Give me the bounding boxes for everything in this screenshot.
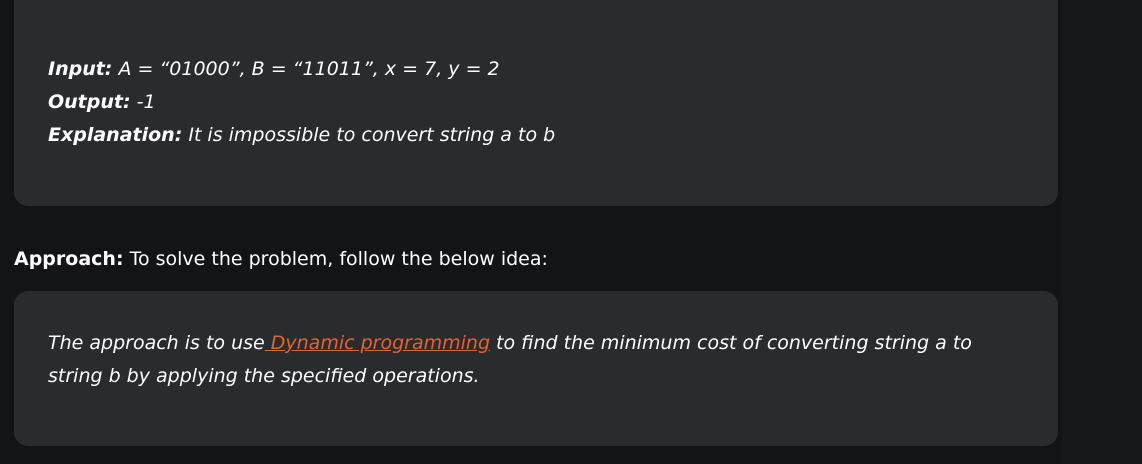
approach-heading-text: To solve the problem, follow the below i… — [123, 248, 548, 270]
input-value: A = “01000”, B = “11011”, x = 7, y = 2 — [112, 58, 500, 80]
input-label: Input: — [48, 58, 113, 80]
right-sidebar-panel — [1062, 0, 1142, 464]
example-input-line: Input: A = “01000”, B = “11011”, x = 7, … — [48, 53, 1024, 86]
approach-heading: Approach: To solve the problem, follow t… — [14, 245, 548, 273]
explanation-label: Explanation: — [48, 124, 183, 146]
approach-card: The approach is to use Dynamic programmi… — [14, 291, 1058, 446]
approach-label: Approach: — [14, 248, 124, 270]
approach-description: The approach is to use Dynamic programmi… — [48, 327, 1028, 393]
explanation-value: It is impossible to convert string a to … — [182, 124, 556, 146]
dynamic-programming-link[interactable]: Dynamic programming — [265, 332, 490, 354]
approach-text-before-link: The approach is to use — [48, 332, 265, 354]
article-page: Input: A = “01000”, B = “11011”, x = 7, … — [0, 0, 1142, 464]
example-card: Input: A = “01000”, B = “11011”, x = 7, … — [14, 0, 1058, 206]
output-value: -1 — [130, 91, 156, 113]
example-output-line: Output: -1 — [48, 86, 1024, 119]
example-explanation-line: Explanation: It is impossible to convert… — [48, 119, 1024, 152]
output-label: Output: — [48, 91, 131, 113]
